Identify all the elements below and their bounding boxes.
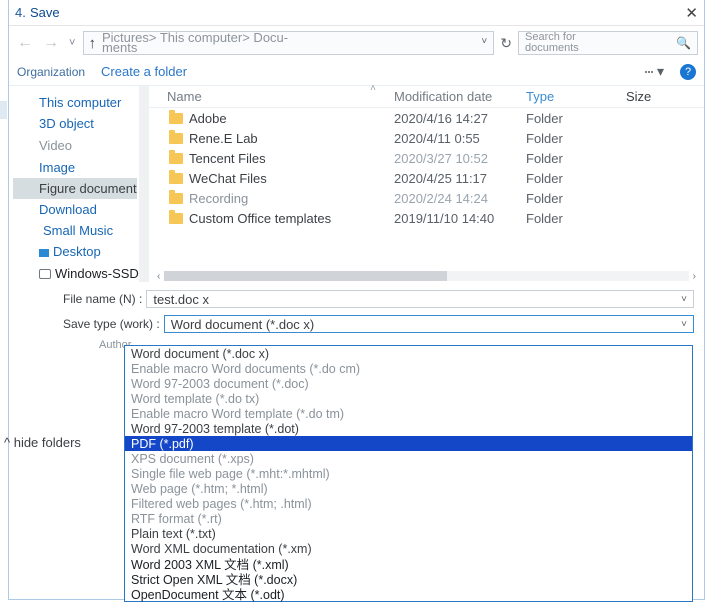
filetype-option[interactable]: Word document (*.doc x) — [125, 346, 692, 361]
table-row[interactable]: Recording2020/2/24 14:24Folder — [149, 188, 704, 208]
savetype-dropdown: Word document (*.doc x)Enable macro Word… — [124, 345, 693, 602]
hide-folders-button[interactable]: ^ hide folders — [4, 435, 81, 450]
create-folder-button[interactable]: Create a folder — [101, 64, 187, 79]
sidebar-item[interactable]: This computer — [13, 92, 149, 113]
table-row[interactable]: Rene.E Lab2020/4/11 0:55Folder — [149, 128, 704, 148]
filename-chevron-icon[interactable]: ˅ — [681, 294, 687, 305]
filetype-option[interactable]: Plain text (*.txt) — [125, 526, 692, 541]
savetype-label: Save type (work) : — [63, 317, 160, 331]
savetype-field: Save type (work) : Word document (*.doc … — [63, 313, 694, 335]
folder-icon — [169, 113, 183, 124]
organization-button[interactable]: Organization — [17, 65, 85, 79]
history-chevron-icon[interactable]: ˅ — [69, 37, 75, 49]
filename-label: File name (N) : — [63, 292, 142, 306]
filetype-option[interactable]: RTF format (*.rt) — [125, 511, 692, 526]
scroll-left-icon[interactable]: ‹ — [157, 271, 160, 282]
filetype-option[interactable]: Word 97-2003 document (*.doc) — [125, 376, 692, 391]
filename-field: File name (N) : test.doc x ˅ — [63, 288, 694, 310]
column-headers: Name Modification date Type Size — [149, 86, 704, 108]
scroll-track[interactable] — [164, 271, 688, 281]
filetype-option[interactable]: PDF (*.pdf) — [125, 436, 692, 451]
col-size[interactable]: Size — [626, 89, 651, 104]
up-arrow-icon[interactable]: ↑ — [88, 35, 96, 52]
path-text: Pictures> This computer> Docu- ments — [102, 33, 288, 53]
back-button[interactable]: ← — [15, 34, 35, 52]
nav-row: ← → ˅ ↑ Pictures> This computer> Docu- m… — [9, 26, 704, 58]
horizontal-scrollbar[interactable]: ‹ › — [157, 270, 696, 282]
refresh-icon[interactable]: ↻ — [500, 35, 512, 52]
table-row[interactable]: WeChat Files2020/4/25 11:17Folder — [149, 168, 704, 188]
toolbar: Organization Create a folder ▾ ? — [9, 58, 704, 86]
search-placeholder: Search for documents — [525, 32, 676, 54]
folder-icon — [169, 213, 183, 224]
dialog-title: 4. Save — [15, 4, 60, 21]
table-row[interactable]: Adobe2020/4/16 14:27Folder — [149, 108, 704, 128]
forward-button[interactable]: → — [41, 34, 61, 52]
folder-icon — [169, 133, 183, 144]
col-type[interactable]: Type — [526, 89, 626, 104]
search-input[interactable]: Search for documents 🔍 — [518, 31, 698, 55]
main-area: This computer3D objectVideoImageFigure d… — [9, 86, 704, 282]
address-chevron-icon[interactable]: ˅ — [481, 36, 487, 47]
folder-icon — [169, 193, 183, 204]
sidebar-item[interactable]: Desktop — [13, 241, 149, 262]
savetype-select[interactable]: Word document (*.doc x) ˅ — [164, 315, 694, 333]
table-row[interactable]: Tencent Files2020/3/27 10:52Folder — [149, 148, 704, 168]
sidebar: This computer3D objectVideoImageFigure d… — [9, 86, 149, 282]
view-mode-button[interactable]: ▾ — [645, 63, 664, 80]
table-row[interactable]: Custom Office templates2019/11/10 14:40F… — [149, 208, 704, 228]
filetype-option[interactable]: Enable macro Word template (*.do tm) — [125, 406, 692, 421]
sidebar-item[interactable]: 3D object — [13, 113, 149, 135]
sidebar-item[interactable]: Download — [13, 199, 149, 220]
sidebar-item[interactable]: Image — [13, 157, 149, 178]
sidebar-item[interactable]: Windows-SSD ( — [13, 262, 149, 284]
address-bar[interactable]: ↑ Pictures> This computer> Docu- ments ˅ — [83, 31, 494, 55]
filetype-option[interactable]: Web page (*.htm; *.html) — [125, 481, 692, 496]
form-area: File name (N) : test.doc x ˅ Save type (… — [9, 282, 704, 351]
close-icon[interactable]: ✕ — [685, 4, 698, 22]
folder-icon — [169, 153, 183, 164]
help-icon[interactable]: ? — [680, 64, 696, 80]
scroll-right-icon[interactable]: › — [693, 271, 696, 282]
sidebar-item[interactable]: Figure document — [13, 178, 137, 199]
search-icon: 🔍 — [676, 36, 691, 50]
folder-icon — [169, 173, 183, 184]
title-bar: 4. Save ✕ — [9, 0, 704, 26]
filetype-option[interactable]: Enable macro Word documents (*.do cm) — [125, 361, 692, 376]
sidebar-item[interactable]: Small Music — [13, 220, 149, 241]
file-list: Name Modification date Type Size Adobe20… — [149, 86, 704, 282]
filetype-option[interactable]: Word 97-2003 template (*.dot) — [125, 421, 692, 436]
filename-input[interactable]: test.doc x ˅ — [146, 290, 694, 308]
filetype-option[interactable]: Filtered web pages (*.htm; .html) — [125, 496, 692, 511]
col-name[interactable]: Name — [149, 89, 394, 104]
filetype-option[interactable]: Word template (*.do tx) — [125, 391, 692, 406]
col-date[interactable]: Modification date — [394, 89, 526, 104]
savetype-chevron-icon[interactable]: ˅ — [681, 319, 687, 330]
scroll-thumb[interactable] — [164, 271, 447, 281]
filetype-option[interactable]: Single file web page (*.mht:*.mhtml) — [125, 466, 692, 481]
filetype-option[interactable]: XPS document (*.xps) — [125, 451, 692, 466]
sidebar-item[interactable]: Video — [13, 135, 149, 157]
filetype-option[interactable]: OpenDocument 文本 (*.odt) — [125, 586, 692, 601]
